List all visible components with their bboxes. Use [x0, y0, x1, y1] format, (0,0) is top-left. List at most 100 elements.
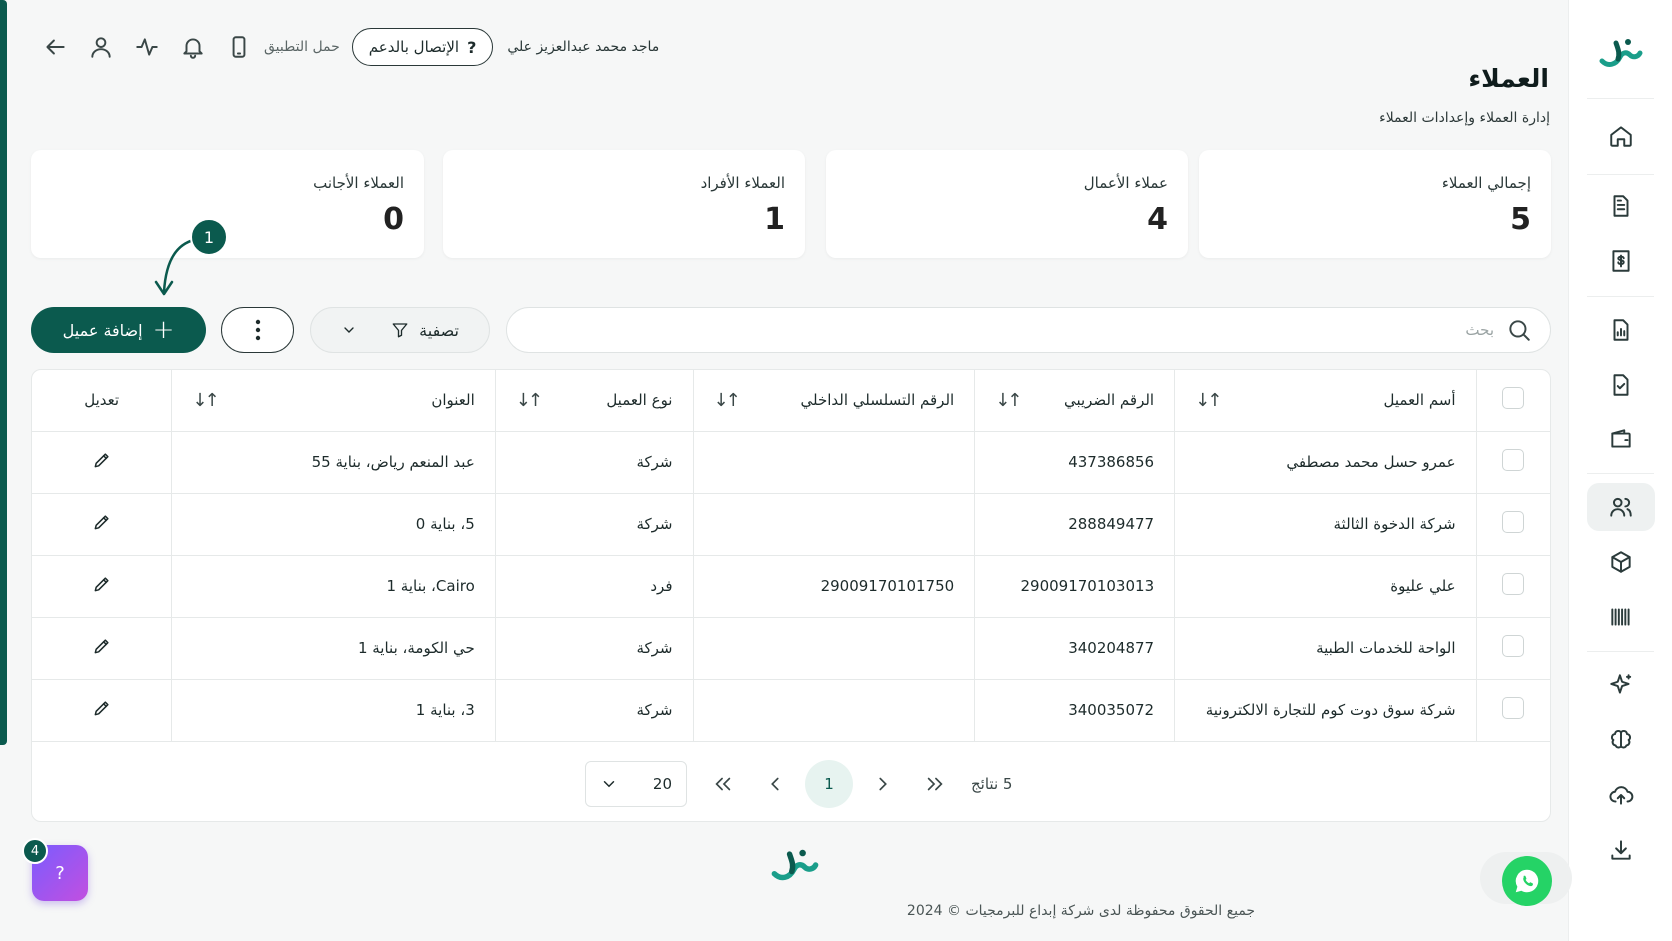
- pencil-icon: [94, 639, 109, 654]
- whatsapp-button[interactable]: [1502, 856, 1552, 906]
- page-title: العملاء: [1468, 64, 1549, 93]
- report-icon: [1613, 319, 1629, 341]
- edit-button[interactable]: [92, 701, 112, 722]
- customer-type-cell: فرد: [494, 555, 693, 618]
- sidebar-item-upload[interactable]: [1587, 771, 1655, 819]
- customer-name-cell: شركة سوق دوت كوم للتجارة الالكترونية: [1174, 679, 1477, 742]
- sort-icon[interactable]: ↑↓: [1195, 390, 1222, 411]
- funnel-icon: [392, 323, 408, 338]
- more-options-button[interactable]: [221, 307, 294, 353]
- cloud-upload-icon: [1609, 786, 1634, 805]
- edit-button[interactable]: [92, 577, 112, 598]
- sidebar-separator: [1587, 296, 1654, 297]
- pencil-icon: [94, 515, 109, 530]
- profile-button[interactable]: [84, 30, 118, 64]
- stat-value: 0: [383, 202, 404, 237]
- back-button[interactable]: [38, 30, 72, 64]
- contact-support-button[interactable]: ? الإتصال بالدعم: [351, 28, 494, 66]
- stat-card-total: إجمالي العملاء 5: [1199, 150, 1551, 258]
- sidebar-item-approvals[interactable]: [1587, 361, 1655, 409]
- edit-cell: [32, 679, 172, 742]
- document-icon: [1613, 195, 1629, 217]
- footer-logo-icon: [771, 849, 819, 881]
- customer-name-cell: شركة الدخوة الثالثة: [1174, 493, 1477, 556]
- table-row[interactable]: شركة سوق دوت كوم للتجارة الالكترونية 340…: [32, 679, 1550, 742]
- sort-icon[interactable]: ↑↓: [516, 390, 543, 411]
- sidebar-item-brain[interactable]: [1587, 716, 1655, 764]
- sort-icon[interactable]: ↑↓: [192, 390, 219, 411]
- table-row[interactable]: علي عليوة 29009170103013 29009170101750 …: [32, 555, 1550, 618]
- users-icon: [1610, 497, 1632, 517]
- page-size-select[interactable]: 20: [585, 761, 687, 807]
- row-select-cell: [1475, 679, 1550, 742]
- edit-button[interactable]: [92, 639, 112, 660]
- results-count: 5 نتائج: [971, 775, 1013, 793]
- user-name: ماجد محمد عبدالعزيز علي: [507, 39, 660, 55]
- sidebar-item-products[interactable]: [1587, 538, 1655, 586]
- prev-page-button[interactable]: [749, 761, 801, 807]
- sort-icon[interactable]: ↑↓: [995, 390, 1022, 411]
- edit-button[interactable]: [92, 515, 112, 536]
- sidebar-separator: [1587, 651, 1654, 652]
- filter-dropdown[interactable]: تصفية: [310, 307, 490, 353]
- table-row[interactable]: الواحة للخدمات الطبية 340204877 شركة حي …: [32, 617, 1550, 680]
- first-page-button[interactable]: [697, 761, 749, 807]
- sidebar-item-customers[interactable]: [1587, 483, 1655, 531]
- smartphone-icon: [232, 36, 246, 58]
- add-customer-button[interactable]: + إضافة عميل: [31, 307, 206, 353]
- sidebar-item-wallet[interactable]: [1587, 415, 1655, 463]
- download-app-link[interactable]: حمل التطبيق: [264, 39, 340, 55]
- table-row[interactable]: شركة الدخوة الثالثة 288849477 شركة 5، بن…: [32, 493, 1550, 556]
- mobile-app-button[interactable]: [222, 30, 256, 64]
- column-label: العنوان: [431, 391, 475, 410]
- brand-logo[interactable]: [1569, 28, 1672, 78]
- stat-label: عملاء الأعمال: [1083, 174, 1168, 192]
- customers-table-card: أسم العميل ↑↓ الرقم الضريبي ↑↓ الرقم التسل…: [31, 369, 1551, 822]
- table-row[interactable]: عمرو حسل محمد مصطفي 437386856 شركة عبد ا…: [32, 431, 1550, 494]
- row-checkbox[interactable]: [1502, 511, 1525, 533]
- select-all-checkbox[interactable]: [1502, 387, 1525, 410]
- activity-button[interactable]: [130, 30, 164, 64]
- sidebar-item-invoices[interactable]: [1587, 237, 1655, 285]
- sidebar-item-home[interactable]: [1587, 112, 1655, 160]
- sidebar-item-download[interactable]: [1587, 826, 1655, 874]
- edit-cell: [32, 493, 172, 556]
- stat-card-individuals: العملاء الأفراد 1: [443, 150, 805, 258]
- row-checkbox[interactable]: [1502, 635, 1525, 657]
- address-cell: 5، بناية 0: [171, 493, 496, 556]
- sidebar-item-reports[interactable]: [1587, 306, 1655, 354]
- row-checkbox[interactable]: [1502, 573, 1525, 595]
- tax-number-cell: 29009170103013: [974, 555, 1175, 618]
- next-page-button[interactable]: [857, 761, 909, 807]
- serial-number-cell: [692, 493, 975, 556]
- column-header-type: نوع العميل ↑↓: [494, 370, 693, 432]
- sort-icon[interactable]: ↑↓: [714, 390, 741, 411]
- address-cell: عبد المنعم رياض، بناية 55: [171, 431, 496, 494]
- stat-value: 1: [764, 202, 785, 237]
- last-page-button[interactable]: [909, 761, 961, 807]
- wallet-icon: [1611, 429, 1631, 448]
- sidebar-item-barcode[interactable]: [1587, 593, 1655, 641]
- sidebar-item-ai[interactable]: [1587, 661, 1655, 709]
- sidebar-separator: [1587, 174, 1654, 175]
- column-label: نوع العميل: [606, 391, 673, 410]
- download-icon: [1611, 840, 1631, 860]
- sidebar-item-documents[interactable]: [1587, 182, 1655, 230]
- column-header-address: العنوان ↑↓: [171, 370, 496, 432]
- kebab-menu-icon: [255, 319, 260, 341]
- chevron-right-icon: [879, 777, 887, 791]
- address-cell: 3، بناية 1: [171, 679, 496, 742]
- notifications-button[interactable]: [176, 30, 210, 64]
- row-checkbox[interactable]: [1502, 697, 1525, 719]
- edit-button[interactable]: [92, 453, 112, 474]
- serial-number-cell: 29009170101750: [692, 555, 975, 618]
- user-icon: [91, 37, 111, 58]
- customers-table: أسم العميل ↑↓ الرقم الضريبي ↑↓ الرقم التسل…: [32, 370, 1550, 742]
- pencil-icon: [94, 701, 109, 716]
- page-number-button[interactable]: 1: [805, 760, 853, 808]
- row-checkbox[interactable]: [1502, 449, 1525, 471]
- customer-type-cell: شركة: [494, 679, 693, 742]
- tax-number-cell: 340204877: [974, 617, 1175, 680]
- search-input[interactable]: [525, 321, 1506, 339]
- top-header: حمل التطبيق ? الإتصال بالدعم ماجد محمد ع…: [38, 24, 1552, 70]
